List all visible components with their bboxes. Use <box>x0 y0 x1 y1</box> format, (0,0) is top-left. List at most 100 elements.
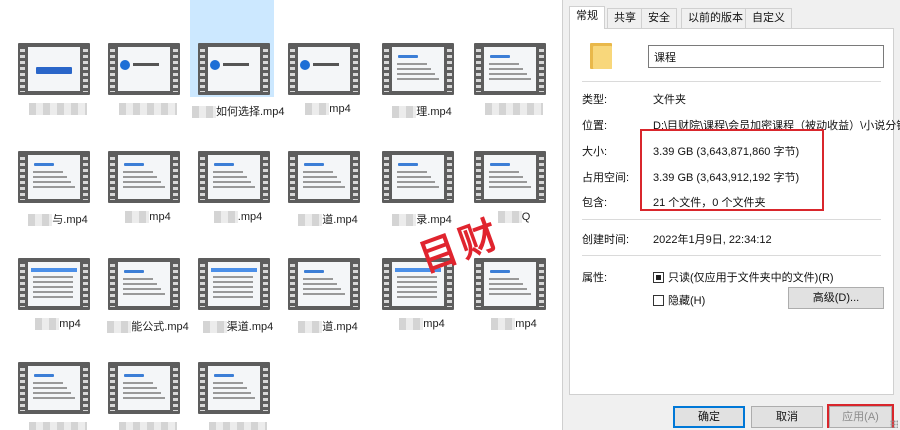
tab-security[interactable]: 安全 <box>641 8 677 28</box>
disk-size-label: 占用空间: <box>582 172 630 184</box>
pixelated-text <box>119 422 177 430</box>
film-strip-icon <box>198 151 270 203</box>
video-thumbnail <box>18 258 90 310</box>
type-value: 文件夹 <box>653 94 686 106</box>
file-name <box>192 422 284 430</box>
readonly-label: 只读(仅应用于文件夹中的文件)(R) <box>668 272 834 284</box>
file-item[interactable] <box>102 324 194 430</box>
file-item[interactable]: mp4 <box>102 113 194 224</box>
file-name: mp4 <box>468 318 560 332</box>
file-name <box>102 422 194 430</box>
video-thumbnail <box>18 362 90 414</box>
film-strip-icon <box>18 362 90 414</box>
readonly-checkbox[interactable]: 只读(仅应用于文件夹中的文件)(R) <box>653 269 834 285</box>
divider <box>582 219 881 220</box>
file-item[interactable]: mp4 <box>282 5 374 116</box>
file-name-text: mp4 <box>515 318 537 330</box>
file-item[interactable]: 理.mp4 <box>376 5 468 119</box>
pixelated-text <box>298 321 323 334</box>
video-thumbnail <box>288 151 360 203</box>
video-thumbnail <box>198 151 270 203</box>
type-label: 类型: <box>582 94 608 106</box>
tab-previous-versions[interactable]: 以前的版本 <box>681 8 750 28</box>
video-thumbnail <box>198 258 270 310</box>
pixelated-text <box>209 422 267 430</box>
divider <box>582 81 881 82</box>
file-item[interactable]: 道.mp4 <box>282 113 374 227</box>
film-strip-icon <box>198 258 270 310</box>
checkbox-empty-icon <box>653 294 664 306</box>
video-thumbnail <box>288 258 360 310</box>
highlight-annotation <box>640 129 824 211</box>
resize-grip-icon[interactable] <box>890 420 898 428</box>
video-thumbnail <box>474 258 546 310</box>
apply-button[interactable]: 应用(A) <box>829 406 892 428</box>
tab-customize[interactable]: 自定义 <box>745 8 792 28</box>
checkbox-partial-icon <box>653 271 664 283</box>
film-strip-icon <box>108 362 180 414</box>
folder-icon <box>590 43 612 69</box>
cancel-button[interactable]: 取消 <box>751 406 823 428</box>
video-thumbnail <box>198 362 270 414</box>
video-thumbnail <box>108 151 180 203</box>
ok-button[interactable]: 确定 <box>673 406 745 428</box>
file-item[interactable] <box>102 5 194 116</box>
contains-label: 包含: <box>582 197 608 209</box>
film-strip-icon <box>288 151 360 203</box>
film-strip-icon <box>18 43 90 95</box>
hidden-label: 隐藏(H) <box>668 295 706 307</box>
video-thumbnail <box>288 43 360 95</box>
tab-general[interactable]: 常规 <box>569 6 605 29</box>
film-strip-icon <box>198 43 270 95</box>
video-thumbnail <box>18 43 90 95</box>
file-item[interactable]: Q <box>468 113 560 224</box>
film-strip-icon <box>382 43 454 95</box>
advanced-button[interactable]: 高级(D)... <box>788 287 884 309</box>
file-item[interactable]: mp4 <box>12 220 104 331</box>
film-strip-icon <box>18 258 90 310</box>
file-grid: 如何选择.mp4 mp4 理.mp4 与.mp4 mp4 .mp4 道.mp4 录.mp4 Qm… <box>0 0 562 430</box>
tab-sharing[interactable]: 共享 <box>607 8 643 28</box>
created-value: 2022年1月9日, 22:34:12 <box>653 234 772 246</box>
video-thumbnail <box>198 43 270 95</box>
file-item[interactable]: 道.mp4 <box>282 220 374 334</box>
pixelated-text <box>399 318 424 331</box>
file-item[interactable]: 如何选择.mp4 <box>190 0 284 119</box>
film-strip-icon <box>474 43 546 95</box>
film-strip-icon <box>108 258 180 310</box>
file-name-text: mp4 <box>423 318 445 330</box>
divider <box>582 255 881 256</box>
film-strip-icon <box>474 258 546 310</box>
video-thumbnail <box>474 151 546 203</box>
film-strip-icon <box>198 362 270 414</box>
pixelated-text <box>491 318 516 331</box>
location-label: 位置: <box>582 120 608 132</box>
file-item[interactable]: .mp4 <box>192 113 284 224</box>
video-thumbnail <box>108 43 180 95</box>
video-thumbnail <box>18 151 90 203</box>
file-item[interactable] <box>192 324 284 430</box>
video-thumbnail <box>108 258 180 310</box>
created-label: 创建时间: <box>582 234 630 246</box>
file-name: mp4 <box>376 318 468 332</box>
hidden-checkbox[interactable]: 隐藏(H) <box>653 292 705 308</box>
file-item[interactable] <box>12 5 104 116</box>
film-strip-icon <box>474 151 546 203</box>
film-strip-icon <box>18 151 90 203</box>
folder-name-input[interactable]: 课程 <box>648 45 884 68</box>
properties-dialog: 常规 共享 安全 以前的版本 自定义 课程 类型: 文件夹 位置: D:\目财院… <box>562 0 900 430</box>
film-strip-icon <box>108 43 180 95</box>
file-item[interactable]: 与.mp4 <box>12 113 104 227</box>
file-name: 道.mp4 <box>282 318 374 334</box>
film-strip-icon <box>288 258 360 310</box>
file-item[interactable] <box>12 324 104 430</box>
attributes-label: 属性: <box>582 272 608 284</box>
file-item[interactable]: 录.mp4 <box>376 113 468 227</box>
file-name <box>12 422 104 430</box>
file-item[interactable]: 渠道.mp4 <box>192 220 284 334</box>
file-item[interactable]: 能公式.mp4 <box>102 220 194 334</box>
file-item[interactable] <box>468 5 560 116</box>
general-panel: 课程 类型: 文件夹 位置: D:\目财院\课程\会员加密课程（被动收益）\小说… <box>569 28 900 395</box>
pixelated-text <box>29 422 87 430</box>
film-strip-icon <box>288 43 360 95</box>
